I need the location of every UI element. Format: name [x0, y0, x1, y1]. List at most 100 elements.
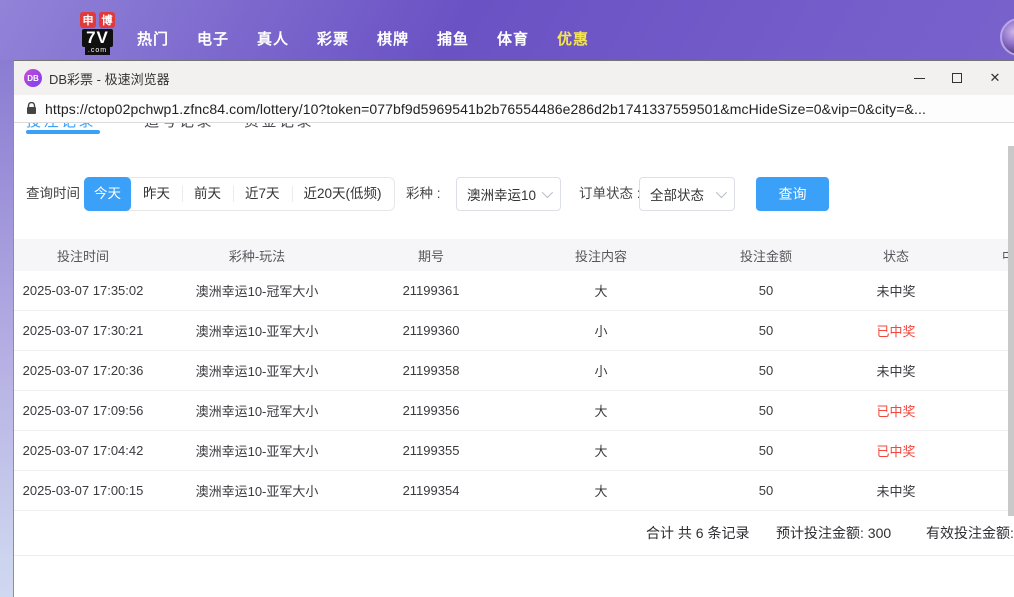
col-header-bet-time: 投注时间 [14, 239, 152, 271]
table-row: 2025-03-07 17:04:42 澳洲幸运10-亚军大小 21199355… [14, 431, 1014, 471]
nav-item-sports[interactable]: 体育 [483, 28, 543, 49]
col-header-bet-amount: 投注金额 [702, 239, 830, 271]
issue-number: 21199361 [362, 271, 500, 310]
status-cell: 已中奖 [830, 431, 962, 470]
maximize-icon [952, 73, 962, 83]
db-favicon-icon: DB [24, 69, 42, 87]
bet-time: 2025-03-07 17:09:56 [14, 391, 152, 430]
time-option-20days[interactable]: 近20天(低频) [292, 178, 394, 210]
logo-badge-shen: 申 [80, 12, 96, 28]
window-titlebar[interactable]: DB DB彩票 - 极速浏览器 ✕ [14, 61, 1014, 95]
bet-amount: 50 [702, 471, 830, 510]
active-tab-indicator [26, 130, 100, 134]
tab-chase-records[interactable]: 追号记录 [144, 123, 214, 131]
site-nav-menu: 热门 电子 真人 彩票 棋牌 捕鱼 体育 优惠 [123, 28, 603, 49]
bet-time: 2025-03-07 17:00:15 [14, 471, 152, 510]
issue-number: 21199358 [362, 351, 500, 390]
bet-content: 小 [500, 311, 702, 350]
order-status-label: 订单状态 : [579, 177, 641, 211]
maximize-button[interactable] [938, 61, 976, 95]
time-option-yesterday[interactable]: 昨天 [131, 178, 182, 210]
status-cell: 未中奖 [830, 351, 962, 390]
col-header-game-play: 彩种-玩法 [152, 239, 362, 271]
table-row: 2025-03-07 17:09:56 澳洲幸运10-冠军大小 21199356… [14, 391, 1014, 431]
url-text: https://ctop02pchwp1.zfnc84.com/lottery/… [45, 101, 926, 117]
nav-item-electronic[interactable]: 电子 [183, 28, 243, 49]
browser-window: DB DB彩票 - 极速浏览器 ✕ https://ctop02pchwp1.z… [13, 60, 1014, 597]
win-amount [962, 271, 1014, 310]
game-play: 澳洲幸运10-亚军大小 [152, 471, 362, 510]
game-play: 澳洲幸运10-冠军大小 [152, 271, 362, 310]
win-amount [962, 471, 1014, 510]
summary-valid-amount: 有效投注金额: [926, 511, 1014, 556]
tab-fund-records[interactable]: 资金记录 [244, 123, 314, 131]
minimize-icon [914, 78, 925, 79]
nav-item-live[interactable]: 真人 [243, 28, 303, 49]
bet-time: 2025-03-07 17:30:21 [14, 311, 152, 350]
address-bar[interactable]: https://ctop02pchwp1.zfnc84.com/lottery/… [14, 95, 1014, 123]
logo-badge-bo: 博 [99, 12, 115, 28]
nav-item-promo[interactable]: 优惠 [543, 28, 603, 49]
lottery-select[interactable]: 澳洲幸运10 [456, 177, 561, 211]
chevron-down-icon [542, 187, 553, 198]
issue-number: 21199355 [362, 431, 500, 470]
user-avatar[interactable] [1000, 18, 1014, 56]
site-top-nav: 申 博 7V .com 热门 电子 真人 彩票 棋牌 捕鱼 体育 优惠 [0, 0, 1014, 60]
order-status-value: 全部状态 [650, 184, 704, 204]
query-button[interactable]: 查询 [756, 177, 829, 211]
status-cell: 已中奖 [830, 311, 962, 350]
win-amount [962, 311, 1014, 350]
minimize-button[interactable] [900, 61, 938, 95]
lottery-select-value: 澳洲幸运10 [467, 184, 536, 204]
site-logo[interactable]: 申 博 7V .com [80, 12, 115, 55]
window-title: DB彩票 - 极速浏览器 [49, 69, 170, 88]
close-button[interactable]: ✕ [976, 61, 1014, 95]
nav-item-hot[interactable]: 热门 [123, 28, 183, 49]
game-play: 澳洲幸运10-亚军大小 [152, 431, 362, 470]
table-row: 2025-03-07 17:00:15 澳洲幸运10-亚军大小 21199354… [14, 471, 1014, 511]
time-option-7days[interactable]: 近7天 [233, 178, 292, 210]
time-filter-label: 查询时间 : [26, 177, 88, 211]
bet-amount: 50 [702, 271, 830, 310]
time-option-day-before[interactable]: 前天 [182, 178, 233, 210]
game-play: 澳洲幸运10-亚军大小 [152, 311, 362, 350]
bet-records-table: 投注时间 彩种-玩法 期号 投注内容 投注金额 状态 中奖金额 2025-03-… [14, 239, 1014, 556]
win-amount [962, 391, 1014, 430]
game-play: 澳洲幸运10-亚军大小 [152, 351, 362, 390]
time-filter-group: 今天 昨天 前天 近7天 近20天(低频) [84, 177, 395, 211]
bet-time: 2025-03-07 17:35:02 [14, 271, 152, 310]
game-play: 澳洲幸运10-冠军大小 [152, 391, 362, 430]
lock-icon [26, 102, 37, 115]
logo-7v-text: 7V [82, 29, 113, 47]
chevron-down-icon [716, 187, 727, 198]
order-status-select[interactable]: 全部状态 [639, 177, 735, 211]
bet-content: 小 [500, 351, 702, 390]
table-row: 2025-03-07 17:30:21 澳洲幸运10-亚军大小 21199360… [14, 311, 1014, 351]
win-amount [962, 431, 1014, 470]
nav-item-chess[interactable]: 棋牌 [363, 28, 423, 49]
col-header-bet-content: 投注内容 [500, 239, 702, 271]
time-option-today[interactable]: 今天 [84, 177, 131, 211]
nav-item-lottery[interactable]: 彩票 [303, 28, 363, 49]
filter-row: 查询时间 : 今天 昨天 前天 近7天 近20天(低频) 彩种 : 澳洲幸运10… [14, 177, 1014, 211]
bet-content: 大 [500, 431, 702, 470]
issue-number: 21199356 [362, 391, 500, 430]
vertical-scrollbar[interactable] [1008, 146, 1014, 516]
bet-amount: 50 [702, 431, 830, 470]
logo-com-text: .com [85, 47, 110, 55]
lottery-filter-label: 彩种 : [406, 177, 441, 211]
col-header-status: 状态 [830, 239, 962, 271]
bet-amount: 50 [702, 351, 830, 390]
win-amount [962, 351, 1014, 390]
status-cell: 已中奖 [830, 391, 962, 430]
issue-number: 21199354 [362, 471, 500, 510]
issue-number: 21199360 [362, 311, 500, 350]
bet-time: 2025-03-07 17:20:36 [14, 351, 152, 390]
bet-content: 大 [500, 271, 702, 310]
summary-expected-amount: 预计投注金额: 300 [776, 511, 891, 556]
table-row: 2025-03-07 17:20:36 澳洲幸运10-亚军大小 21199358… [14, 351, 1014, 391]
bet-content: 大 [500, 391, 702, 430]
page-content: 投注记录 追号记录 资金记录 查询时间 : 今天 昨天 前天 近7天 近20天(… [14, 123, 1014, 597]
bet-time: 2025-03-07 17:04:42 [14, 431, 152, 470]
nav-item-fishing[interactable]: 捕鱼 [423, 28, 483, 49]
